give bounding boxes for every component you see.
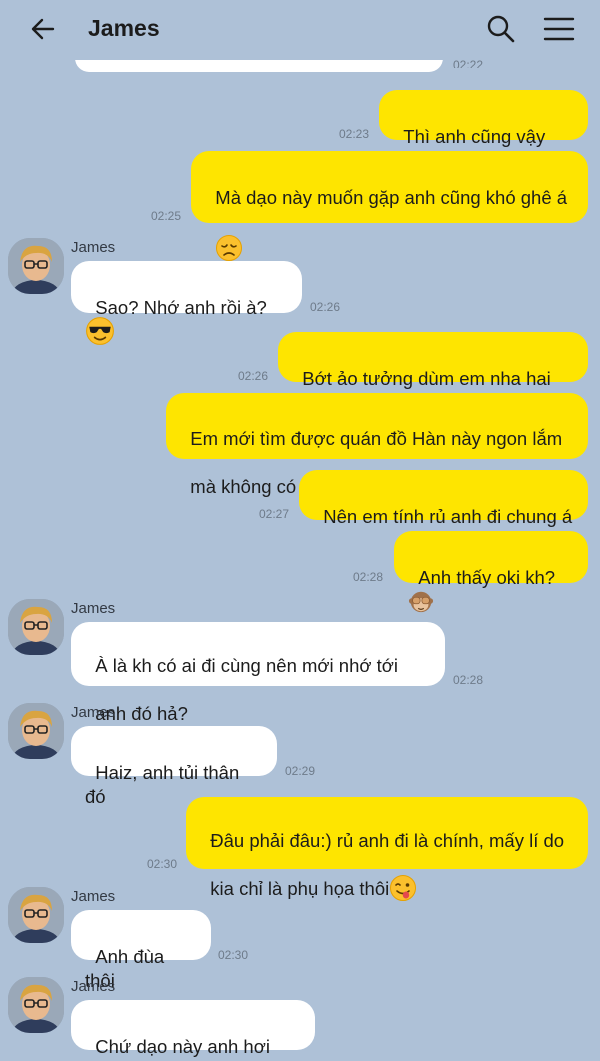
message-text-line-1: Em mới tìm được quán đồ Hàn này ngon lắm <box>190 428 563 449</box>
my-message-bubble[interactable]: Thì anh cũng vậy mà <box>379 90 588 171</box>
their-message-bubble[interactable]: Chứ dạo này anh hơi bận <box>71 1000 315 1061</box>
hamburger-menu-icon <box>543 17 575 41</box>
message-time: 02:26 <box>310 300 341 314</box>
arrow-left-icon <box>31 18 55 40</box>
sender-name: James <box>71 704 116 721</box>
message-text: Bớt ảo tưởng dùm em nha hai <box>302 368 551 389</box>
chat-header: James <box>0 0 600 60</box>
message-text: Chứ dạo này anh hơi bận <box>85 1036 270 1061</box>
my-message-bubble[interactable]: Nên em tính rủ anh đi chung á <box>299 470 588 527</box>
message-time: 02:26 <box>238 369 269 383</box>
avatar[interactable] <box>8 703 64 759</box>
message-time: 02:28 <box>453 673 484 687</box>
sender-name: James <box>71 978 116 995</box>
their-message-bubble[interactable]: Sao? Nhớ anh rồi à? <box>71 261 302 346</box>
message-text-line-1: Đâu phải đâu:) rủ anh đi là chính, mấy l… <box>210 830 565 851</box>
my-message-bubble[interactable]: Bớt ảo tưởng dùm em nha hai <box>278 332 588 412</box>
avatar[interactable] <box>8 887 64 943</box>
their-message-bubble[interactable]: À là kh có ai đi cùng nên mới nhớ tới an… <box>71 622 445 724</box>
back-button[interactable] <box>28 14 58 44</box>
message-time: 02:29 <box>285 764 316 778</box>
see-no-evil-monkey-emoji-icon <box>408 591 434 613</box>
their-message-bubble[interactable]: Haiz, anh tủi thân đó <box>71 726 277 807</box>
my-message-bubble[interactable]: Đâu phải đâu:) rủ anh đi là chính, mấy l… <box>186 797 588 902</box>
search-button[interactable] <box>484 12 518 46</box>
message-time: 02:25 <box>151 209 182 223</box>
profile-photo-icon <box>8 599 64 655</box>
message-time: 02:27 <box>259 507 290 521</box>
avatar[interactable] <box>8 977 64 1033</box>
message-time: 02:28 <box>353 570 384 584</box>
message-text: Mà dạo này muốn gặp anh cũng khó ghê á <box>215 187 568 208</box>
sender-name: James <box>71 600 116 617</box>
message-text: Nên em tính rủ anh đi chung á <box>323 506 573 527</box>
avatar[interactable] <box>8 238 64 294</box>
profile-photo-icon <box>8 887 64 943</box>
sender-name: James <box>71 888 116 905</box>
message-text-line-1: À là kh có ai đi cùng nên mới nhớ tới <box>95 655 399 676</box>
profile-photo-icon <box>8 703 64 759</box>
my-message-bubble[interactable]: Em mới tìm được quán đồ Hàn này ngon lắm… <box>166 393 588 497</box>
my-message-bubble[interactable]: Mà dạo này muốn gặp anh cũng khó ghê á <box>191 151 588 261</box>
profile-photo-icon <box>8 238 64 294</box>
menu-button[interactable] <box>540 12 578 46</box>
profile-photo-icon <box>8 977 64 1033</box>
message-text: Sao? Nhớ anh rồi à? <box>95 297 267 318</box>
winking-tongue-face-emoji-icon <box>390 875 417 902</box>
avatar[interactable] <box>8 599 64 655</box>
their-message-bubble[interactable]: Anh đùa thôi <box>71 910 211 991</box>
search-icon <box>487 15 515 43</box>
my-message-bubble[interactable]: Anh thấy oki kh? <box>394 531 588 613</box>
message-time: 02:23 <box>339 127 370 141</box>
contact-name: James <box>88 15 160 41</box>
message-text-line-2: kia chỉ là phụ họa thôi <box>210 878 390 899</box>
sunglasses-face-emoji-icon <box>86 317 114 346</box>
disappointed-face-emoji-icon <box>216 235 243 261</box>
sender-name: James <box>71 239 116 256</box>
message-text: Anh thấy oki kh? <box>418 567 556 588</box>
message-time: 02:30 <box>218 948 249 962</box>
message-time: 02:30 <box>147 857 178 871</box>
